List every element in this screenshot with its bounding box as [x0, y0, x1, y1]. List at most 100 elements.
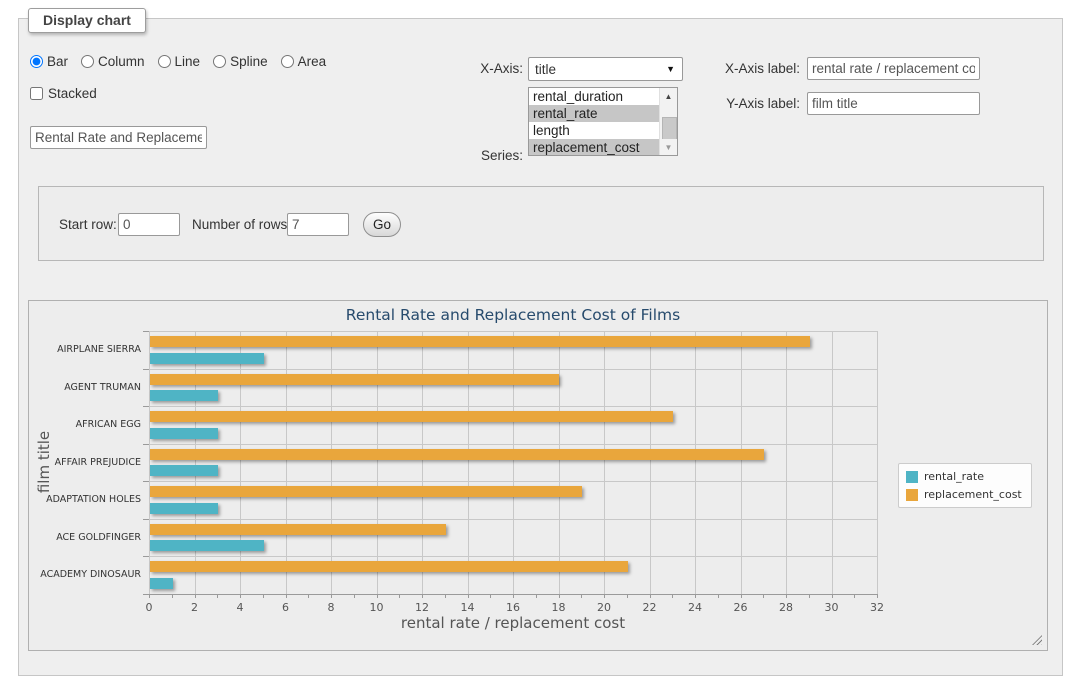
stacked-checkbox[interactable] — [30, 87, 43, 100]
x-axis-tick — [445, 594, 446, 598]
x-axis-label-field-label: X-Axis label: — [709, 61, 800, 76]
x-axis-tick — [536, 594, 537, 598]
x-axis-label-input[interactable] — [807, 57, 980, 80]
x-gridline — [559, 331, 560, 594]
x-tick-label: 14 — [453, 601, 483, 614]
resize-grip-icon[interactable] — [1032, 635, 1042, 645]
chart-type-option-line[interactable]: Line — [158, 54, 201, 69]
bar-replacement_cost[interactable] — [150, 411, 673, 422]
series-option-rental_duration[interactable]: rental_duration — [529, 88, 677, 105]
x-gridline — [741, 331, 742, 594]
y-axis-tick — [143, 331, 149, 332]
x-gridline — [877, 331, 878, 594]
x-axis-selected-value: title — [529, 62, 556, 77]
chart-type-radio-line[interactable] — [158, 55, 171, 68]
chart-type-group: Bar Column Line Spline Area — [30, 54, 326, 69]
chart-type-radio-spline[interactable] — [213, 55, 226, 68]
x-axis-tick — [354, 594, 355, 598]
x-gridline — [468, 331, 469, 594]
x-gridline — [240, 331, 241, 594]
chart-type-radio-label: Column — [98, 54, 145, 69]
category-label: AGENT TRUMAN — [29, 369, 141, 407]
listbox-scrollbar[interactable]: ▲ ▼ — [659, 88, 677, 155]
number-of-rows-input[interactable] — [287, 213, 349, 236]
bar-rental_rate[interactable] — [150, 428, 218, 439]
x-axis-tick — [399, 594, 400, 598]
y-gridline — [149, 481, 877, 482]
chart-type-option-area[interactable]: Area — [281, 54, 327, 69]
y-axis-tick — [143, 369, 149, 370]
chart-panel: Rental Rate and Replacement Cost of Film… — [28, 300, 1048, 651]
x-axis-tick — [604, 594, 605, 598]
chevron-down-icon: ▼ — [666, 64, 675, 74]
x-axis-tick — [286, 594, 287, 598]
x-axis-tick — [195, 594, 196, 598]
stacked-option[interactable]: Stacked — [30, 86, 97, 101]
start-row-input[interactable] — [118, 213, 180, 236]
bar-rental_rate[interactable] — [150, 390, 218, 401]
legend-item-replacement_cost[interactable]: replacement_cost — [906, 488, 1022, 501]
y-gridline — [149, 519, 877, 520]
y-gridline — [149, 369, 877, 370]
chart-type-radio-column[interactable] — [81, 55, 94, 68]
bar-replacement_cost[interactable] — [150, 524, 446, 535]
bar-rental_rate[interactable] — [150, 578, 173, 589]
go-button[interactable]: Go — [363, 212, 401, 237]
x-axis-tick — [832, 594, 833, 598]
x-tick-label: 16 — [498, 601, 528, 614]
series-option-replacement_cost[interactable]: replacement_cost — [529, 139, 677, 156]
x-axis-tick — [422, 594, 423, 598]
series-option-length[interactable]: length — [529, 122, 677, 139]
x-axis-tick — [741, 594, 742, 598]
chart-type-option-column[interactable]: Column — [81, 54, 145, 69]
chart-title-input[interactable] — [30, 126, 207, 149]
bar-rental_rate[interactable] — [150, 540, 264, 551]
bar-replacement_cost[interactable] — [150, 449, 764, 460]
bar-replacement_cost[interactable] — [150, 374, 559, 385]
x-axis-tick — [559, 594, 560, 598]
series-option-rental_rate[interactable]: rental_rate — [529, 105, 677, 122]
x-axis-tick — [217, 594, 218, 598]
x-axis-tick — [468, 594, 469, 598]
chart-type-option-bar[interactable]: Bar — [30, 54, 68, 69]
x-tick-label: 18 — [544, 601, 574, 614]
x-tick-label: 0 — [134, 601, 164, 614]
x-axis-select[interactable]: title ▼ — [528, 57, 683, 81]
row-range-panel: Start row: Number of rows: Go — [38, 186, 1044, 261]
x-axis-tick — [672, 594, 673, 598]
x-gridline — [195, 331, 196, 594]
bar-replacement_cost[interactable] — [150, 336, 810, 347]
y-axis-label-field-label: Y-Axis label: — [709, 96, 800, 111]
legend-swatch — [906, 471, 918, 483]
scroll-up-icon[interactable]: ▲ — [660, 88, 677, 104]
number-of-rows-label: Number of rows: — [192, 217, 292, 232]
bar-rental_rate[interactable] — [150, 353, 264, 364]
x-gridline — [786, 331, 787, 594]
scrollbar-thumb[interactable] — [662, 117, 677, 141]
x-gridline — [650, 331, 651, 594]
x-tick-label: 4 — [225, 601, 255, 614]
y-axis-label-input[interactable] — [807, 92, 980, 115]
x-axis-tick — [490, 594, 491, 598]
x-gridline — [695, 331, 696, 594]
x-gridline — [377, 331, 378, 594]
series-listbox[interactable]: rental_durationrental_ratelengthreplacem… — [528, 87, 678, 156]
y-axis-tick — [143, 406, 149, 407]
bar-rental_rate[interactable] — [150, 465, 218, 476]
x-tick-label: 30 — [817, 601, 847, 614]
x-axis-tick — [240, 594, 241, 598]
x-axis-tick — [581, 594, 582, 598]
chart-type-option-spline[interactable]: Spline — [213, 54, 268, 69]
bar-replacement_cost[interactable] — [150, 486, 582, 497]
chart-type-radio-area[interactable] — [281, 55, 294, 68]
x-gridline — [286, 331, 287, 594]
bar-replacement_cost[interactable] — [150, 561, 628, 572]
scroll-down-icon[interactable]: ▼ — [660, 139, 677, 155]
x-tick-label: 32 — [862, 601, 892, 614]
display-chart-panel: Display chart BarColumnLineSplineArea St… — [18, 18, 1063, 676]
x-axis-tick — [695, 594, 696, 598]
x-axis-tick — [377, 594, 378, 598]
chart-type-radio-bar[interactable] — [30, 55, 43, 68]
legend-item-rental_rate[interactable]: rental_rate — [906, 470, 1022, 483]
bar-rental_rate[interactable] — [150, 503, 218, 514]
